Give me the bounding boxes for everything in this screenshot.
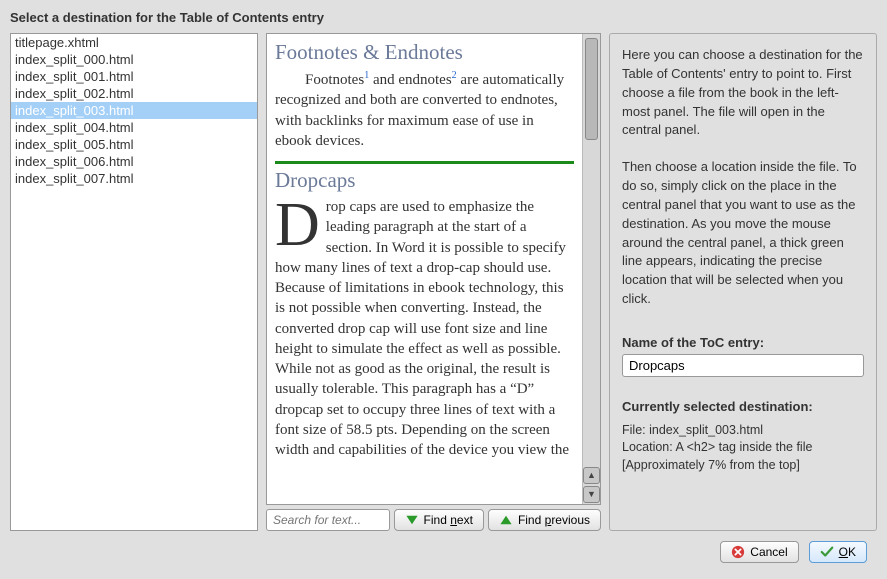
insert-indicator	[275, 161, 574, 164]
destination-label: Currently selected destination:	[622, 399, 864, 414]
find-previous-button[interactable]: Find previous	[488, 509, 601, 531]
file-item[interactable]: index_split_001.html	[11, 68, 257, 85]
ok-button[interactable]: OK	[809, 541, 867, 563]
destination-approx: [Approximately 7% from the top]	[622, 457, 864, 475]
preview-paragraph: Drop caps are used to emphasize the lead…	[275, 197, 574, 460]
search-input[interactable]	[266, 509, 390, 531]
toc-name-input[interactable]	[622, 354, 864, 377]
file-item[interactable]: index_split_003.html	[11, 102, 257, 119]
dialog-title: Select a destination for the Table of Co…	[10, 10, 877, 25]
file-item[interactable]: titlepage.xhtml	[11, 34, 257, 51]
destination-location: Location: A <h2> tag inside the file	[622, 439, 864, 457]
file-item[interactable]: index_split_004.html	[11, 119, 257, 136]
help-panel: Here you can choose a destination for th…	[609, 33, 877, 531]
section-heading-dropcaps: Dropcaps	[275, 168, 574, 193]
file-item[interactable]: index_split_007.html	[11, 170, 257, 187]
file-item[interactable]: index_split_005.html	[11, 136, 257, 153]
find-next-button[interactable]: Find next	[394, 509, 484, 531]
name-label: Name of the ToC entry:	[622, 335, 864, 350]
cancel-button[interactable]: Cancel	[720, 541, 798, 563]
ok-icon	[820, 545, 834, 559]
scrollbar-down-icon[interactable]: ▼	[583, 486, 600, 503]
cancel-icon	[731, 545, 745, 559]
file-list[interactable]: titlepage.xhtmlindex_split_000.htmlindex…	[10, 33, 258, 531]
scrollbar-thumb[interactable]	[585, 38, 598, 140]
triangle-up-icon	[499, 513, 513, 527]
destination-file: File: index_split_003.html	[622, 422, 864, 440]
dropcap: D	[275, 197, 326, 249]
preview-paragraph: Footnotes1 and endnotes2 are automatical…	[275, 69, 574, 151]
scrollbar-up-icon[interactable]: ▲	[583, 467, 600, 484]
file-item[interactable]: index_split_002.html	[11, 85, 257, 102]
triangle-down-icon	[405, 513, 419, 527]
file-item[interactable]: index_split_006.html	[11, 153, 257, 170]
preview-scrollbar[interactable]: ▲ ▼	[582, 34, 600, 504]
help-text: Here you can choose a destination for th…	[622, 46, 864, 140]
file-item[interactable]: index_split_000.html	[11, 51, 257, 68]
section-heading-footnotes: Footnotes & Endnotes	[275, 40, 574, 65]
help-text: Then choose a location inside the file. …	[622, 158, 864, 309]
preview-pane[interactable]: Footnotes & Endnotes Footnotes1 and endn…	[267, 34, 582, 504]
